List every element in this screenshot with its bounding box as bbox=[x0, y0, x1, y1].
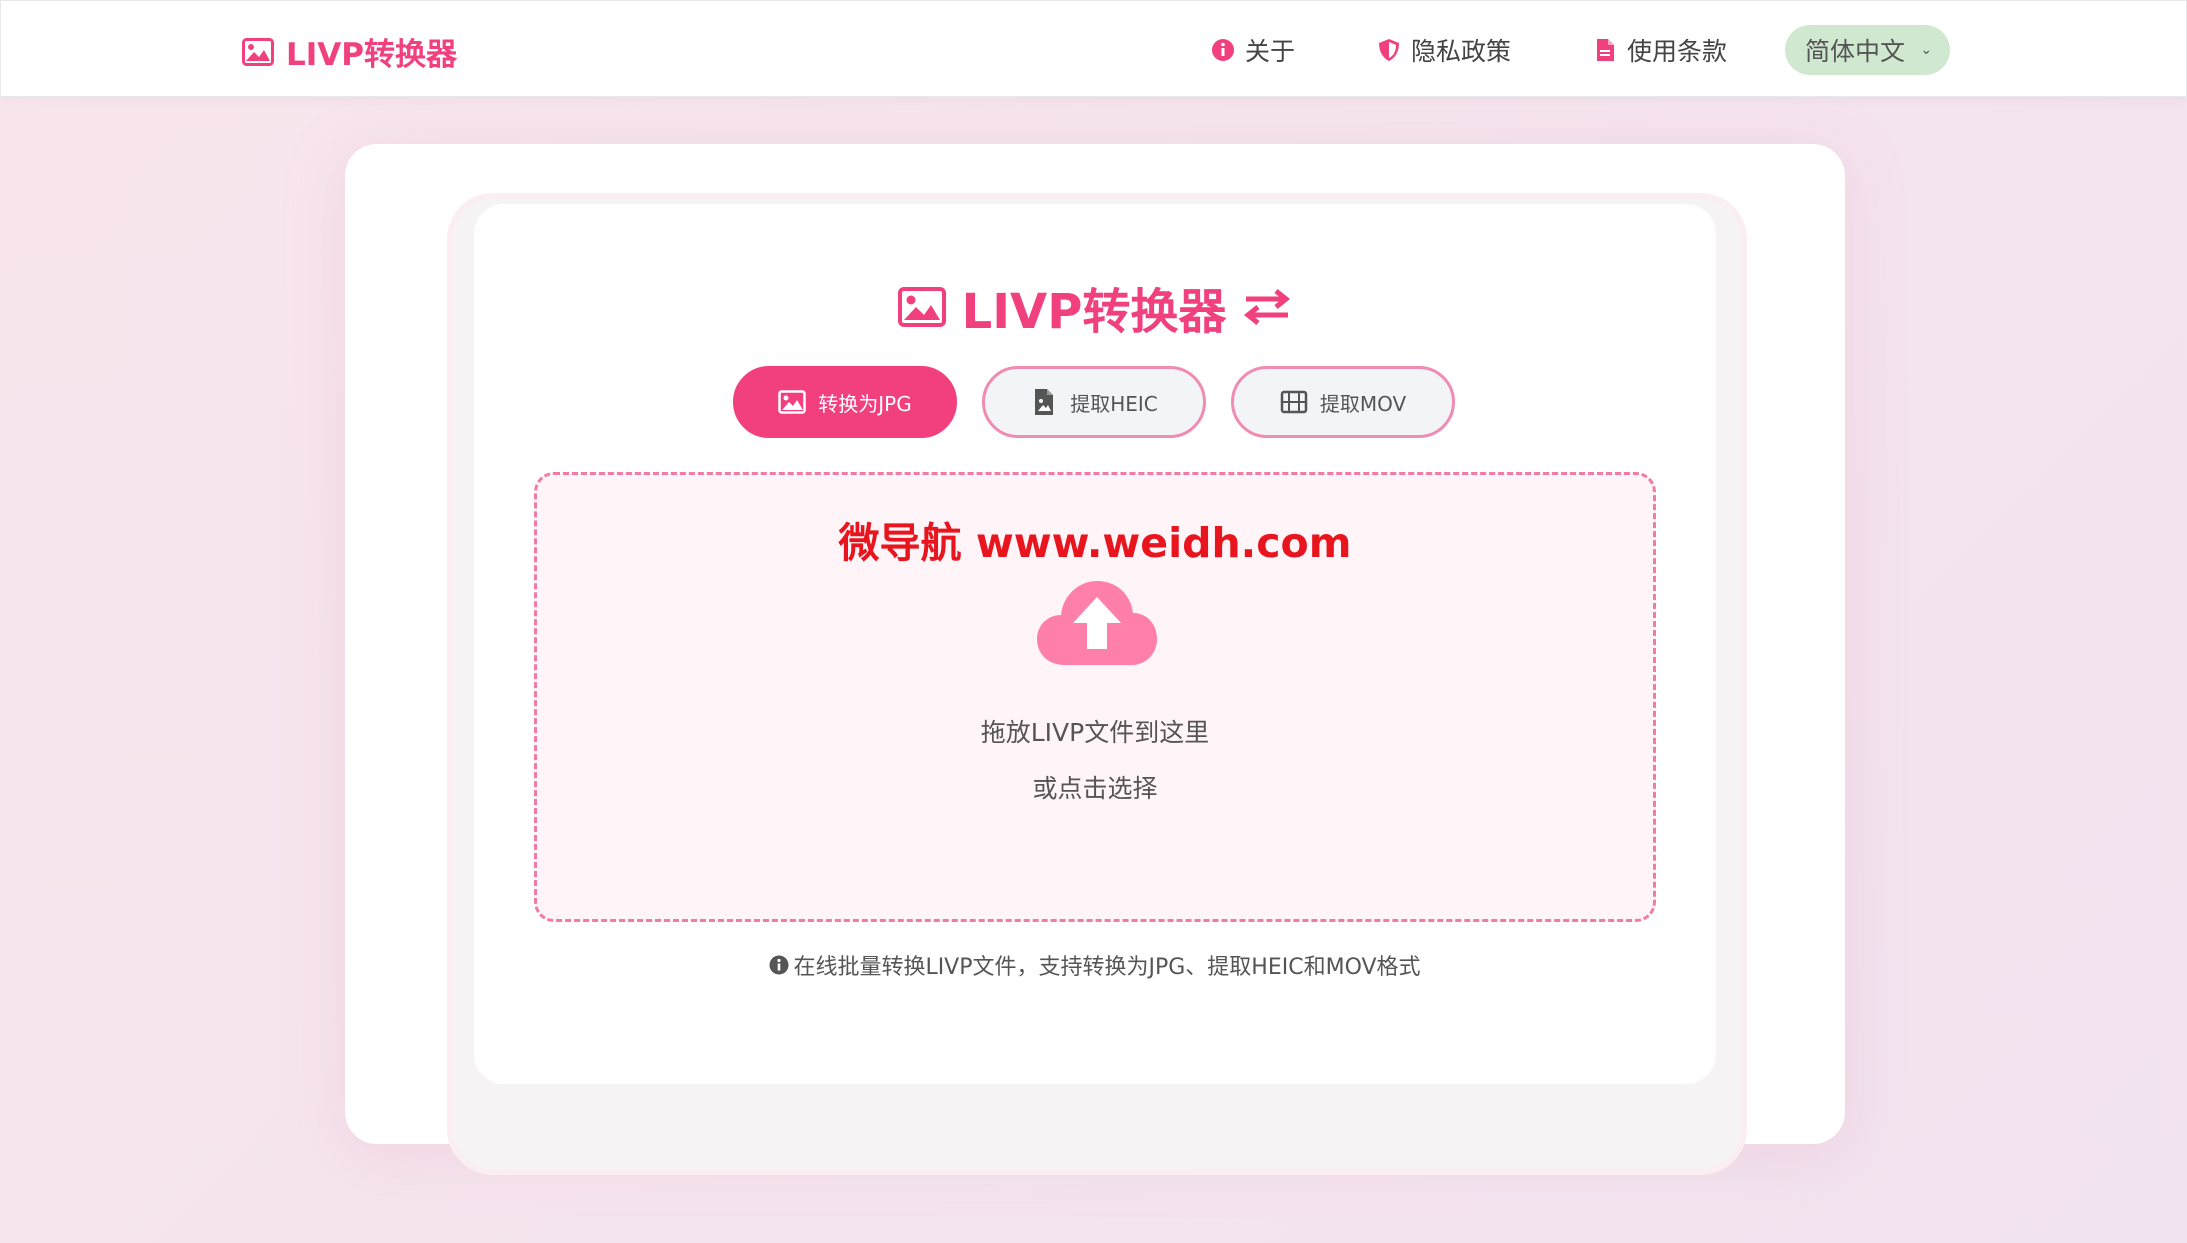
dropzone-secondary-text: 或点击选择 bbox=[1032, 774, 1158, 803]
nav-about-link[interactable]: 关于 bbox=[1211, 32, 1295, 68]
tab-convert-jpg[interactable]: 转换为JPG bbox=[733, 366, 957, 438]
page-title: LIVP转换器 bbox=[474, 272, 1716, 342]
tab-extract-heic[interactable]: 提取HEIC bbox=[982, 366, 1206, 438]
nav-privacy-label: 隐私政策 bbox=[1411, 37, 1512, 66]
image-icon bbox=[897, 287, 946, 327]
shield-icon bbox=[1379, 39, 1400, 61]
cloud-upload-icon bbox=[1037, 581, 1157, 665]
info-circle-icon bbox=[769, 955, 789, 975]
tab-convert-jpg-label: 转换为JPG bbox=[818, 391, 912, 416]
mode-tabs: 转换为JPG 提取HEIC 提取MOV bbox=[733, 366, 1455, 438]
converter-card: LIVP转换器 转换为JPG 提取HEIC 提取MOV 微导航 www.weid… bbox=[474, 204, 1716, 1084]
brand-logo[interactable]: LIVP转换器 bbox=[242, 29, 457, 74]
top-navbar: LIVP转换器 关于 隐私政策 使用条款 简体中文 ⌄ bbox=[0, 0, 2187, 97]
file-dropzone[interactable]: 微导航 www.weidh.com 拖放LIVP文件到这里 或点击选择 bbox=[534, 472, 1656, 922]
hint-label: 在线批量转换LIVP文件，支持转换为JPG、提取HEIC和MOV格式 bbox=[793, 955, 1421, 980]
page-title-text: LIVP转换器 bbox=[961, 284, 1227, 340]
document-icon bbox=[1597, 39, 1615, 61]
chevron-down-icon: ⌄ bbox=[1920, 42, 1933, 58]
dropzone-primary-text: 拖放LIVP文件到这里 bbox=[980, 718, 1210, 747]
tab-extract-heic-label: 提取HEIC bbox=[1070, 391, 1158, 416]
brand-name: LIVP转换器 bbox=[286, 37, 457, 73]
nav-links: 关于 隐私政策 使用条款 简体中文 ⌄ bbox=[1211, 25, 1951, 75]
image-icon bbox=[778, 390, 807, 414]
nav-about-label: 关于 bbox=[1245, 37, 1296, 66]
hint-text: 在线批量转换LIVP文件，支持转换为JPG、提取HEIC和MOV格式 bbox=[474, 949, 1716, 981]
swap-arrows-icon bbox=[1244, 289, 1291, 325]
nav-terms-link[interactable]: 使用条款 bbox=[1593, 32, 1727, 68]
image-icon bbox=[242, 37, 274, 66]
language-value: 简体中文 bbox=[1805, 37, 1906, 66]
watermark-text: 微导航 www.weidh.com bbox=[838, 519, 1352, 567]
tab-extract-mov-label: 提取MOV bbox=[1319, 391, 1407, 416]
language-select[interactable]: 简体中文 ⌄ bbox=[1785, 25, 1951, 75]
file-image-icon bbox=[1035, 389, 1054, 415]
nav-privacy-link[interactable]: 隐私政策 bbox=[1377, 32, 1511, 68]
nav-terms-label: 使用条款 bbox=[1627, 37, 1728, 66]
info-circle-icon bbox=[1212, 39, 1234, 61]
film-icon bbox=[1280, 390, 1308, 414]
tab-extract-mov[interactable]: 提取MOV bbox=[1231, 366, 1455, 438]
